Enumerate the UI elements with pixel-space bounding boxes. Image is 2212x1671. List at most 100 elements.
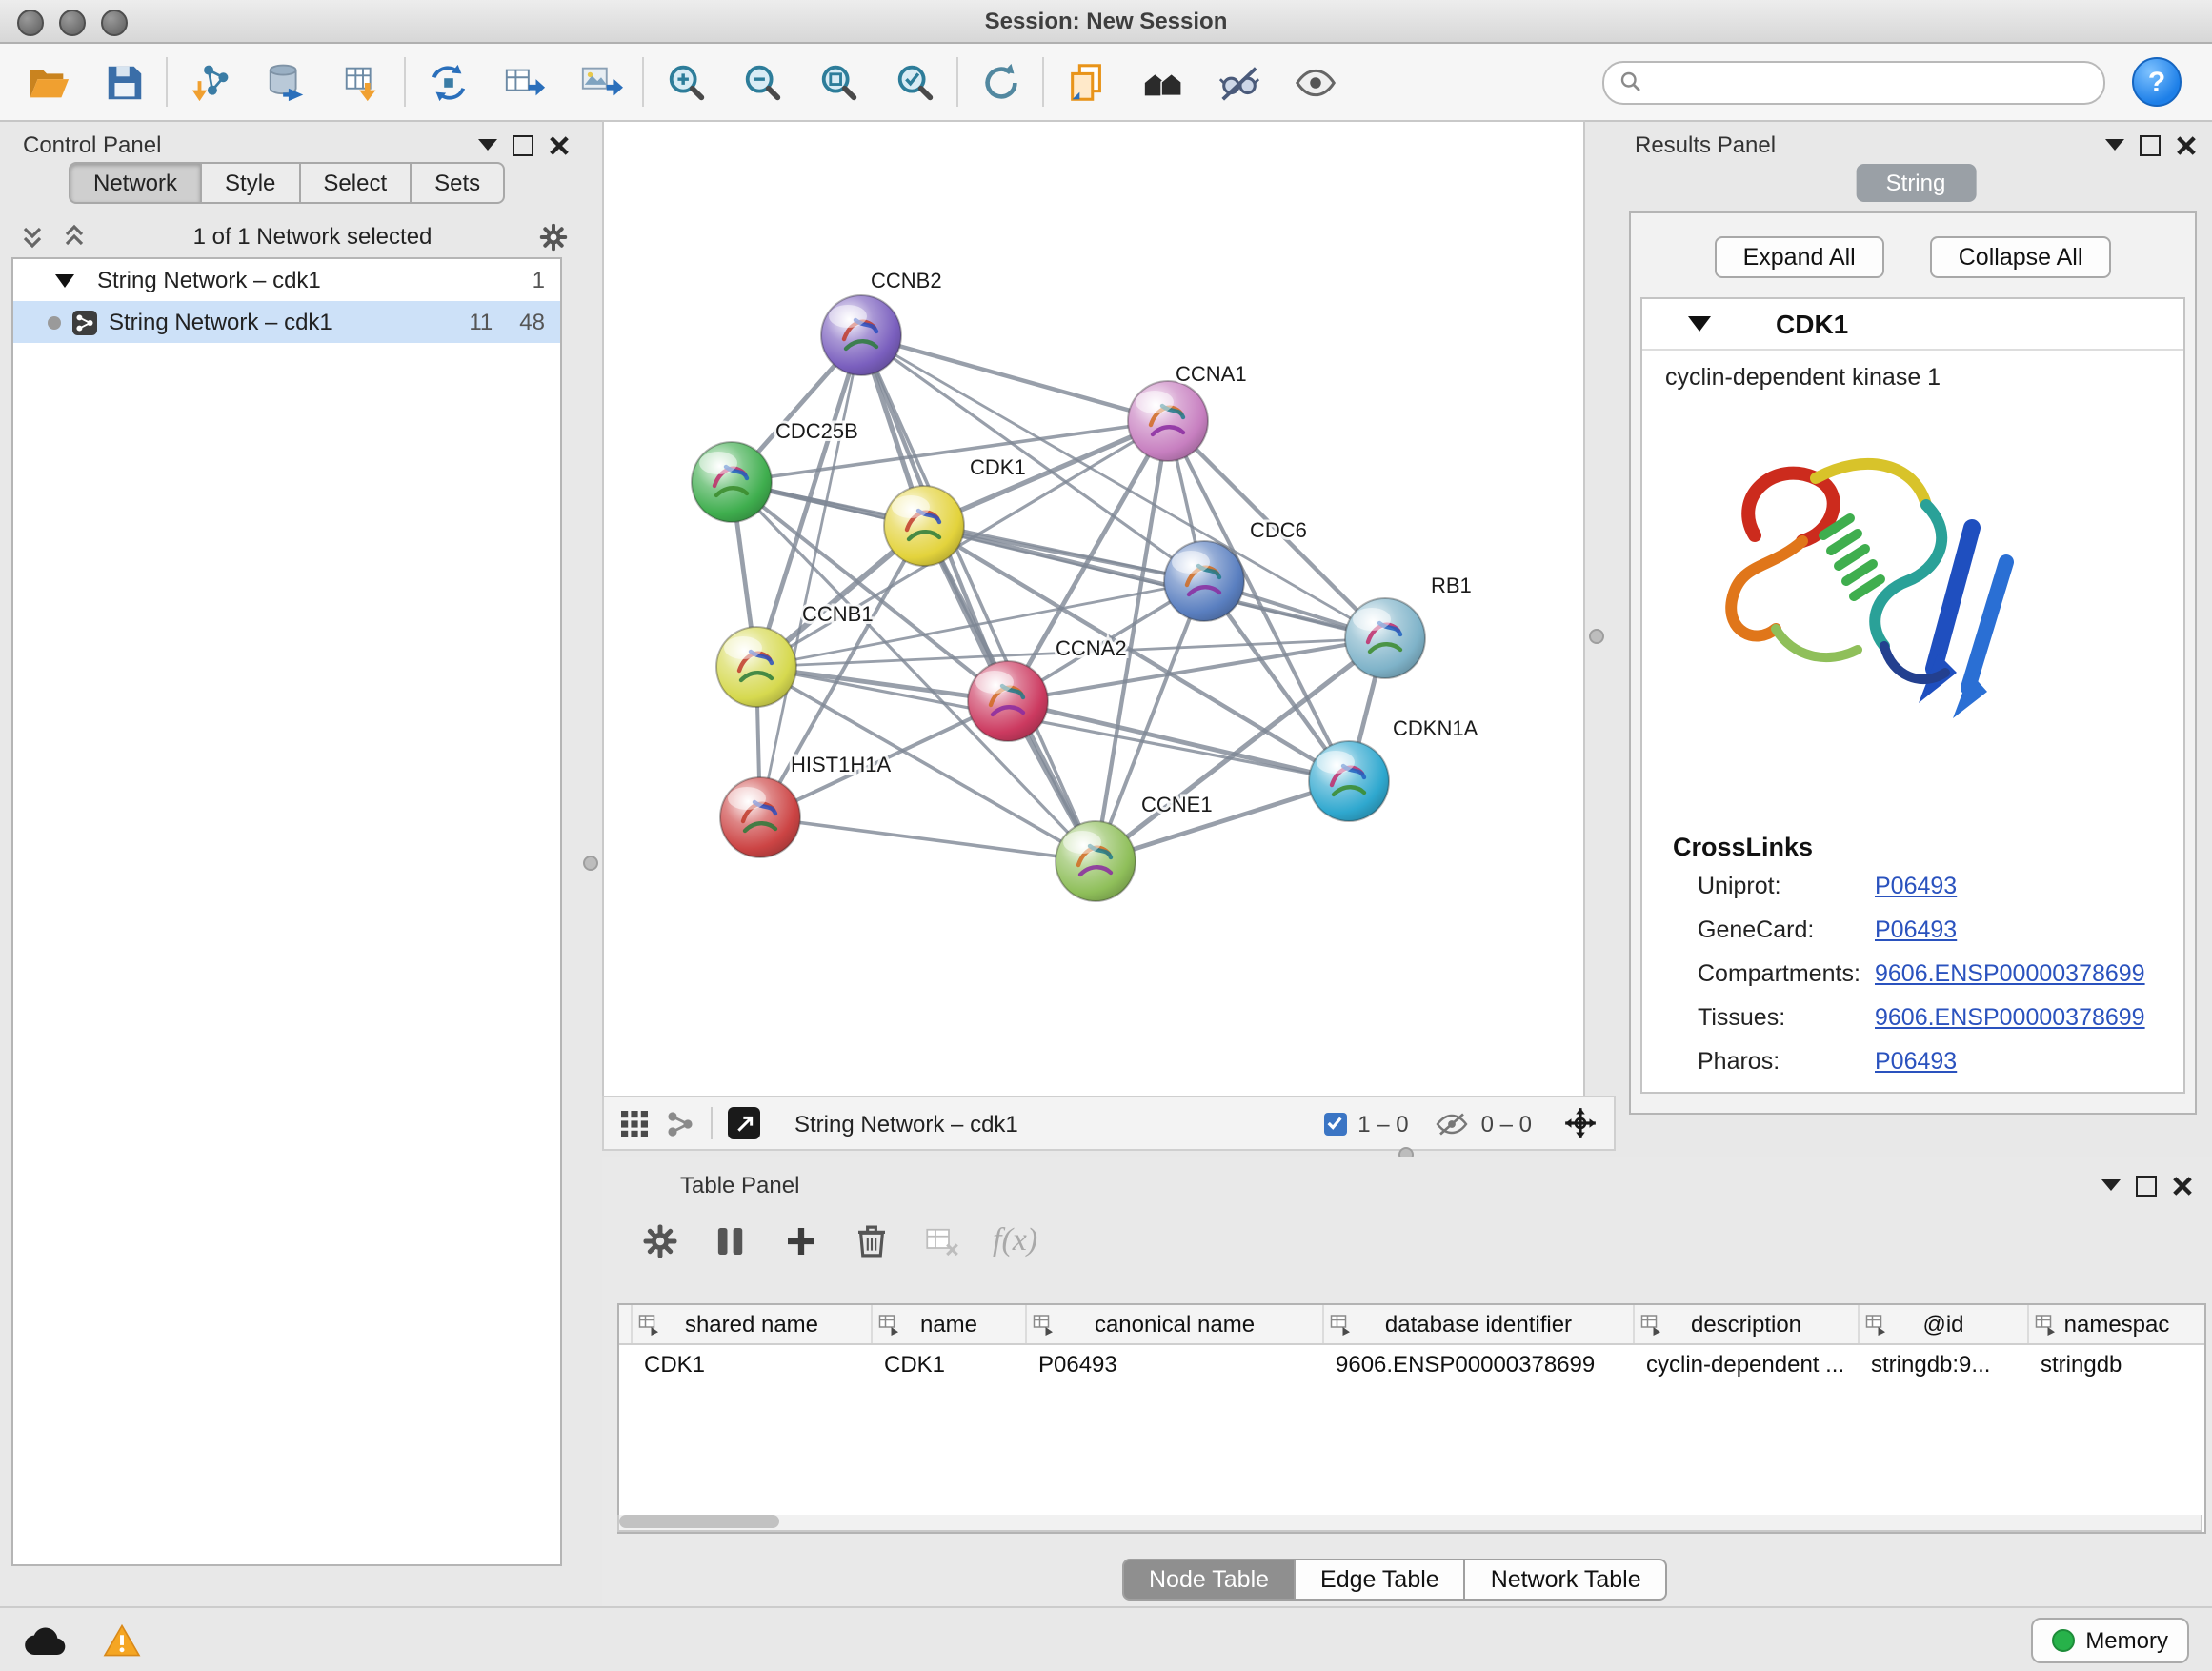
network-row-selected[interactable]: String Network – cdk1 11 48	[13, 301, 560, 343]
results-close-icon[interactable]	[2176, 134, 2197, 155]
crosslink-link-uniprot[interactable]: P06493	[1875, 873, 1957, 899]
table-row[interactable]: CDK1 CDK1 P06493 9606.ENSP00000378699 cy…	[619, 1345, 2204, 1383]
tab-edge-table[interactable]: Edge Table	[1296, 1559, 1466, 1601]
cell-namespace[interactable]: stringdb	[2029, 1345, 2204, 1383]
tab-node-table[interactable]: Node Table	[1122, 1559, 1296, 1601]
table-close-icon[interactable]	[2172, 1175, 2193, 1196]
column-header-namespace[interactable]: namespac	[2029, 1305, 2204, 1343]
collapse-all-button[interactable]: Collapse All	[1930, 236, 2112, 278]
network-node-hist1h1a[interactable]: HIST1H1A	[720, 753, 891, 857]
expand-all-button[interactable]: Expand All	[1715, 236, 1884, 278]
save-session-button[interactable]	[95, 51, 152, 112]
network-edge[interactable]	[861, 335, 1385, 638]
table-options-gear-icon[interactable]	[640, 1220, 680, 1260]
import-network-database-button[interactable]	[257, 51, 314, 112]
crosslink-link-tissues[interactable]: 9606.ENSP00000378699	[1875, 1004, 2145, 1031]
cell-database-identifier[interactable]: 9606.ENSP00000378699	[1324, 1345, 1635, 1383]
table-collapse-icon[interactable]	[2101, 1179, 2121, 1191]
zoom-fit-button[interactable]	[810, 51, 867, 112]
panel-float-icon[interactable]	[513, 134, 533, 155]
column-header-id[interactable]: @id	[1860, 1305, 2029, 1343]
birdseye-view-icon[interactable]	[665, 1108, 695, 1138]
string-home-button[interactable]	[1134, 51, 1191, 112]
scrollbar-thumb[interactable]	[619, 1515, 779, 1528]
export-network-button[interactable]	[495, 51, 553, 112]
cell-id[interactable]: stringdb:9...	[1860, 1345, 2029, 1383]
collapse-all-chevrons-icon[interactable]	[19, 223, 46, 250]
selected-items-checkbox[interactable]	[1323, 1112, 1346, 1135]
network-node-ccnb2[interactable]: CCNB2	[821, 269, 942, 375]
crosslink-label: Tissues:	[1698, 1004, 1875, 1031]
network-node-cdkn1a[interactable]: CDKN1A	[1309, 716, 1478, 821]
right-splitter-grip[interactable]	[1589, 629, 1604, 644]
cell-canonical-name[interactable]: P06493	[1027, 1345, 1324, 1383]
open-in-window-button[interactable]	[728, 1107, 760, 1139]
tab-network-table[interactable]: Network Table	[1466, 1559, 1668, 1601]
fit-content-crosshair-icon[interactable]	[1562, 1105, 1599, 1141]
table-horizontal-scrollbar[interactable]	[617, 1515, 2202, 1532]
new-network-from-selection-button[interactable]	[419, 51, 476, 112]
results-collapse-icon[interactable]	[2105, 139, 2124, 151]
panel-close-icon[interactable]	[549, 134, 570, 155]
column-header-canonical-name[interactable]: canonical name	[1027, 1305, 1324, 1343]
column-header-description[interactable]: description	[1635, 1305, 1860, 1343]
open-session-button[interactable]	[19, 51, 76, 112]
results-float-icon[interactable]	[2140, 134, 2161, 155]
memory-button[interactable]: Memory	[2030, 1617, 2189, 1662]
cell-shared-name[interactable]: CDK1	[633, 1345, 873, 1383]
column-header-database-identifier[interactable]: database identifier	[1324, 1305, 1635, 1343]
import-table-button[interactable]	[333, 51, 391, 112]
tab-string[interactable]: String	[1856, 164, 1977, 202]
grid-view-icon[interactable]	[619, 1108, 650, 1138]
network-node-ccna1[interactable]: CCNA1	[1128, 362, 1247, 461]
cloud-status-button[interactable]	[23, 1622, 69, 1657]
crosslink-link-pharos[interactable]: P06493	[1875, 1048, 1957, 1075]
column-header-name[interactable]: name	[873, 1305, 1027, 1343]
left-splitter-grip[interactable]	[583, 856, 598, 871]
zoom-selected-button[interactable]	[886, 51, 943, 112]
expand-all-chevrons-icon[interactable]	[61, 223, 88, 250]
warnings-button[interactable]	[103, 1622, 141, 1657]
network-edge[interactable]	[760, 817, 1096, 861]
crosslink-link-compartments[interactable]: 9606.ENSP00000378699	[1875, 960, 2145, 987]
network-edge[interactable]	[861, 335, 1096, 861]
network-node-rb1[interactable]: RB1	[1345, 574, 1472, 678]
cell-name[interactable]: CDK1	[873, 1345, 1027, 1383]
search-input[interactable]	[1652, 67, 2088, 97]
column-header-shared-name[interactable]: shared name	[633, 1305, 873, 1343]
export-image-button[interactable]	[572, 51, 629, 112]
tab-sets[interactable]: Sets	[412, 162, 505, 204]
gene-header-row[interactable]: CDK1	[1642, 299, 2183, 351]
tree-disclosure-icon[interactable]	[55, 273, 74, 287]
table-float-icon[interactable]	[2136, 1175, 2157, 1196]
delete-column-icon[interactable]	[852, 1220, 892, 1260]
hidden-items-eye-icon[interactable]	[1436, 1110, 1470, 1137]
tab-select[interactable]: Select	[300, 162, 412, 204]
gene-disclosure-icon[interactable]	[1688, 316, 1711, 332]
import-network-file-button[interactable]	[181, 51, 238, 112]
network-collection-row[interactable]: String Network – cdk1 1	[13, 259, 560, 301]
tab-network[interactable]: Network	[69, 162, 202, 204]
zoom-out-button[interactable]	[734, 51, 791, 112]
network-node-ccne1[interactable]: CCNE1	[1056, 793, 1213, 901]
cell-description[interactable]: cyclin-dependent ...	[1635, 1345, 1860, 1383]
tab-style[interactable]: Style	[202, 162, 300, 204]
network-canvas[interactable]: CCNB2CCNA1CDC25BCDK1CDC6RB1CCNB1CCNA2CDK…	[604, 122, 1583, 1096]
string-glasses-button[interactable]	[1210, 51, 1267, 112]
network-edge[interactable]	[760, 335, 861, 817]
apply-layout-button[interactable]	[972, 51, 1029, 112]
network-options-gear-icon[interactable]	[537, 220, 570, 252]
panel-collapse-icon[interactable]	[478, 139, 497, 151]
help-button[interactable]: ?	[2132, 57, 2182, 107]
close-window-button[interactable]	[17, 10, 44, 36]
string-eye-button[interactable]	[1286, 51, 1343, 112]
clipboard-button[interactable]	[1057, 51, 1115, 112]
crosslink-link-genecard[interactable]: P06493	[1875, 916, 1957, 943]
minimize-window-button[interactable]	[59, 10, 86, 36]
zoom-window-button[interactable]	[101, 10, 128, 36]
network-edge[interactable]	[861, 335, 1168, 421]
zoom-in-button[interactable]	[657, 51, 714, 112]
add-column-icon[interactable]	[781, 1220, 821, 1260]
node-label-ccna2: CCNA2	[1056, 636, 1127, 660]
show-columns-icon[interactable]	[711, 1220, 751, 1260]
